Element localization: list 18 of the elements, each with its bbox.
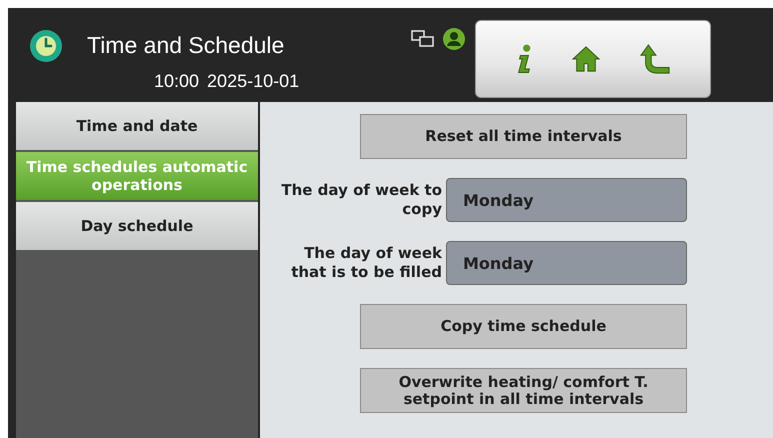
back-arrow-icon	[639, 43, 671, 75]
field-label: The day of week that is to be filled	[290, 244, 442, 282]
day-dropdown[interactable]: Monday	[446, 178, 687, 222]
sidebar-tab[interactable]: Time and date	[16, 102, 258, 150]
home-icon	[571, 45, 601, 73]
user-icon	[443, 28, 465, 50]
field-label: The day of week to copy	[280, 181, 442, 219]
day-dropdown[interactable]: Monday	[446, 241, 687, 285]
network-icon	[411, 30, 435, 48]
date-text: 2025-10-01	[207, 71, 300, 92]
action-button[interactable]: Reset all time intervals	[360, 114, 687, 159]
action-button[interactable]: Copy time schedule	[360, 304, 687, 349]
info-icon	[515, 43, 533, 75]
action-button[interactable]: Overwrite heating/ comfort T. setpoint in all time intervals	[360, 368, 687, 413]
sidebar-tab[interactable]: Day schedule	[16, 202, 258, 250]
screen-title: Time and Schedule	[87, 32, 286, 59]
clock-icon	[30, 30, 62, 62]
clock-time: 10:00	[154, 71, 200, 92]
